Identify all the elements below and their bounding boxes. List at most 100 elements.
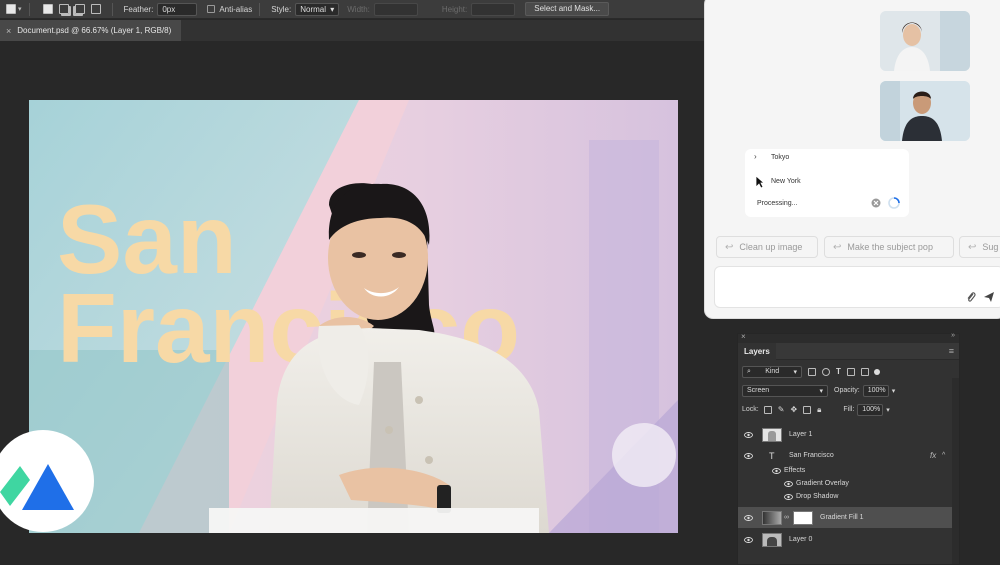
- feather-label: Feather:: [123, 4, 154, 14]
- canvas-artwork: San Francisco: [29, 100, 678, 533]
- chevron-down-icon[interactable]: ▾: [892, 387, 896, 395]
- panel-header: Layers ≡: [738, 342, 959, 360]
- layer-name: Gradient Fill 1: [820, 514, 864, 521]
- cancel-icon[interactable]: [871, 198, 881, 208]
- type-filter-icon[interactable]: T: [836, 367, 841, 376]
- chevron-down-icon: ▾: [793, 368, 797, 376]
- suggestion-label: Make the subject pop: [847, 242, 933, 252]
- result-thumbnail-1[interactable]: [880, 11, 970, 71]
- chevron-down-icon[interactable]: ▾: [886, 406, 890, 414]
- close-icon[interactable]: ×: [741, 332, 746, 341]
- eye-icon[interactable]: [744, 514, 753, 521]
- layer-row-layer-0[interactable]: Layer 0: [738, 529, 959, 550]
- width-input[interactable]: [373, 2, 418, 16]
- fill-label: Fill:: [843, 406, 855, 413]
- background-lamp: [612, 423, 676, 487]
- eye-icon[interactable]: [744, 536, 753, 543]
- suggestion-arrow-icon: ↩: [968, 241, 977, 253]
- loading-spinner-icon: [888, 197, 900, 209]
- suggestion-label: Clean up image: [739, 242, 803, 252]
- effect-row-drop-shadow[interactable]: Drop Shadow: [738, 490, 959, 503]
- eye-icon[interactable]: [744, 431, 753, 438]
- close-icon[interactable]: ×: [6, 26, 11, 36]
- layer-thumbnail: [762, 532, 782, 547]
- layers-scrollbar[interactable]: [952, 378, 959, 564]
- lock-artboard-icon[interactable]: [803, 405, 812, 414]
- add-selection-icon[interactable]: [58, 4, 69, 14]
- feather-input[interactable]: 0px: [157, 2, 198, 16]
- pixel-filter-icon[interactable]: [808, 367, 816, 376]
- lock-image-icon[interactable]: ✎: [778, 405, 785, 414]
- collapse-icon[interactable]: »: [951, 332, 955, 339]
- suggestion-more[interactable]: ↩ Sug: [959, 236, 1000, 258]
- fill-input[interactable]: 100%: [857, 403, 884, 416]
- layer-row-layer-1[interactable]: Layer 1: [738, 424, 959, 445]
- effects-label: Effects: [784, 467, 806, 474]
- woman-photo-thumbnail: [880, 11, 970, 71]
- select-and-mask-button[interactable]: Select and Mask...: [525, 2, 610, 16]
- filter-kind-select[interactable]: ⌕ Kind ▾: [742, 365, 802, 378]
- style-select[interactable]: Normal ▾: [295, 2, 340, 16]
- send-icon[interactable]: [983, 291, 995, 303]
- watermark-logo: [0, 430, 94, 532]
- lock-transparent-icon[interactable]: [763, 405, 772, 414]
- result-thumbnail-2[interactable]: [880, 81, 970, 141]
- lock-all-icon[interactable]: 🔒︎: [817, 405, 821, 415]
- opacity-label: Opacity:: [834, 387, 860, 394]
- chevron-right-icon: ›: [754, 152, 757, 161]
- effects-group-row[interactable]: Effects: [738, 463, 959, 478]
- smart-object-filter-icon[interactable]: [860, 367, 869, 376]
- document-title: Document.psd @ 66.67% (Layer 1, RGB/8): [17, 26, 172, 35]
- location-item-tokyo[interactable]: Tokyo: [771, 154, 789, 161]
- prompt-input[interactable]: [714, 266, 1000, 308]
- effect-name: Drop Shadow: [796, 493, 839, 500]
- logo-mark-icon: [0, 464, 74, 510]
- eye-icon[interactable]: [744, 452, 753, 459]
- suggestion-clean-up-image[interactable]: ↩ Clean up image: [716, 236, 818, 258]
- processing-status: Processing...: [757, 200, 798, 207]
- divider: [28, 2, 30, 16]
- suggestion-label: Sug: [982, 242, 999, 252]
- document-canvas[interactable]: San Francisco: [29, 100, 678, 533]
- divider: [111, 2, 113, 16]
- search-icon: ⌕: [747, 367, 751, 375]
- lock-label: Lock:: [742, 406, 759, 413]
- shape-filter-icon[interactable]: [846, 367, 855, 376]
- panel-menu-icon[interactable]: ≡: [949, 346, 954, 356]
- subtract-selection-icon[interactable]: [74, 4, 85, 14]
- opacity-input[interactable]: 100%: [862, 384, 889, 397]
- link-icon[interactable]: ∞: [784, 514, 789, 521]
- divider: [259, 2, 261, 16]
- height-input[interactable]: [471, 2, 516, 16]
- blend-mode-value: Screen: [747, 387, 770, 394]
- assistant-panel: › Tokyo New York Processing... ↩ Clean up…: [705, 0, 1000, 318]
- layer-row-gradient-fill-1[interactable]: ∞ Gradient Fill 1: [738, 507, 959, 528]
- effect-name: Gradient Overlay: [796, 480, 849, 487]
- type-layer-icon: T: [769, 450, 775, 461]
- new-selection-icon[interactable]: [42, 4, 53, 14]
- adjustment-filter-icon[interactable]: [822, 367, 830, 376]
- intersect-selection-icon[interactable]: [90, 4, 101, 14]
- effect-row-gradient-overlay[interactable]: Gradient Overlay: [738, 477, 959, 490]
- width-label: Width:: [347, 4, 370, 14]
- location-list-card: › Tokyo New York Processing...: [745, 149, 909, 217]
- paperclip-icon[interactable]: [966, 291, 976, 303]
- lock-position-icon[interactable]: ✥: [790, 405, 797, 414]
- filter-toggle-icon[interactable]: [873, 368, 880, 375]
- layer-mask-thumbnail[interactable]: [793, 510, 813, 525]
- eye-icon[interactable]: [784, 493, 793, 500]
- blend-mode-select[interactable]: Screen ▾: [742, 384, 828, 397]
- layer-effects-icon[interactable]: fx: [930, 451, 936, 460]
- document-tab[interactable]: × Document.psd @ 66.67% (Layer 1, RGB/8): [0, 20, 182, 41]
- eye-icon[interactable]: [784, 480, 793, 487]
- suggestion-make-subject-pop[interactable]: ↩ Make the subject pop: [824, 236, 954, 258]
- blend-row: Screen ▾ Opacity: 100% ▾: [738, 381, 959, 400]
- lock-row: Lock: ✎ ✥ 🔒︎ Fill: 100% ▾: [738, 400, 959, 419]
- chevron-down-icon[interactable]: ▾: [18, 5, 22, 13]
- layers-tab[interactable]: Layers: [738, 342, 776, 360]
- antialias-checkbox[interactable]: [207, 5, 216, 13]
- location-item-new-york[interactable]: New York: [771, 178, 801, 185]
- eye-icon[interactable]: [772, 467, 781, 474]
- marquee-tool-icon[interactable]: [6, 4, 16, 14]
- chevron-up-icon[interactable]: ^: [942, 452, 945, 459]
